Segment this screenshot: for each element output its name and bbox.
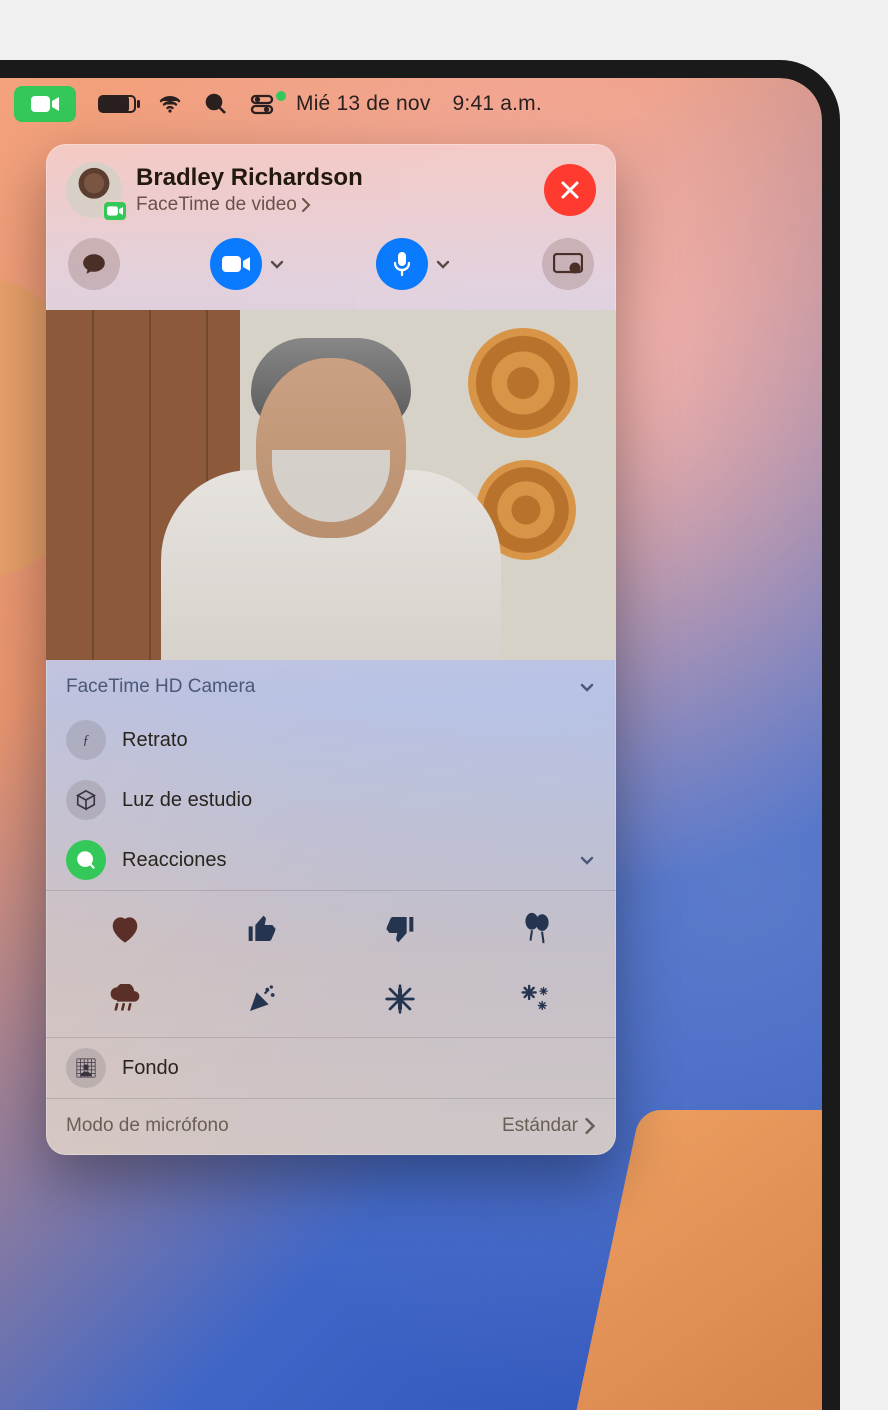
facetime-badge-icon	[102, 200, 128, 222]
portrait-toggle[interactable]: ƒ Retrato	[66, 710, 596, 770]
contact-name: Bradley Richardson	[136, 164, 530, 192]
reaction-rain[interactable]	[56, 975, 194, 1023]
wifi-icon[interactable]	[158, 92, 182, 116]
camera-toggle-button[interactable]	[210, 238, 262, 290]
facetime-menubar-button[interactable]	[14, 86, 76, 122]
aperture-icon: ƒ	[66, 720, 106, 760]
mic-mode-label: Modo de micrófono	[66, 1115, 229, 1137]
call-header: Bradley Richardson FaceTime de video	[46, 144, 616, 228]
control-center-icon[interactable]	[250, 92, 274, 116]
chevron-down-icon	[578, 851, 596, 869]
menubar: Mié 13 de nov 9:41 a.m.	[0, 78, 822, 130]
wallpaper-shape	[564, 1110, 822, 1410]
reaction-balloons[interactable]	[469, 905, 607, 953]
row-label: Reacciones	[122, 849, 562, 872]
reaction-burst[interactable]	[331, 975, 469, 1023]
background-icon	[66, 1048, 106, 1088]
device-frame: Mié 13 de nov 9:41 a.m. Bradley Richards…	[0, 60, 840, 1410]
reaction-thumbs-down[interactable]	[331, 905, 469, 953]
chevron-down-icon	[578, 678, 596, 696]
reaction-confetti[interactable]	[194, 975, 332, 1023]
desktop-wallpaper: Mié 13 de nov 9:41 a.m. Bradley Richards…	[0, 78, 822, 1410]
decor	[468, 328, 578, 438]
background-toggle[interactable]: Fondo	[66, 1038, 596, 1098]
mic-toggle-button[interactable]	[376, 238, 428, 290]
reactions-icon	[66, 840, 106, 880]
row-label: Fondo	[122, 1057, 596, 1080]
video-preview	[46, 310, 616, 660]
end-call-button[interactable]	[544, 164, 596, 216]
facetime-popover: Bradley Richardson FaceTime de video	[46, 144, 616, 1155]
camera-selector-label: FaceTime HD Camera	[66, 676, 255, 698]
menubar-date[interactable]: Mié 13 de nov	[296, 92, 431, 116]
reaction-thumbs-up[interactable]	[194, 905, 332, 953]
battery-status[interactable]	[98, 95, 136, 113]
reaction-heart[interactable]	[56, 905, 194, 953]
call-type-label: FaceTime de video	[136, 194, 530, 216]
svg-text:ƒ: ƒ	[83, 732, 90, 747]
mic-mode-value: Estándar	[502, 1115, 578, 1137]
cube-icon	[66, 780, 106, 820]
row-label: Luz de estudio	[122, 789, 596, 812]
reaction-fireworks[interactable]	[469, 975, 607, 1023]
chevron-down-icon[interactable]	[268, 255, 286, 273]
screen-share-button[interactable]	[542, 238, 594, 290]
contact-info[interactable]: Bradley Richardson FaceTime de video	[136, 164, 530, 216]
call-controls	[46, 228, 616, 310]
messages-button[interactable]	[68, 238, 120, 290]
camera-in-use-indicator	[276, 91, 286, 101]
reactions-grid	[46, 891, 616, 1037]
mic-mode-row[interactable]: Modo de micrófono Estándar	[66, 1099, 596, 1155]
chevron-right-icon	[584, 1118, 596, 1134]
studio-light-toggle[interactable]: Luz de estudio	[66, 770, 596, 830]
row-label: Retrato	[122, 729, 596, 752]
camera-selector[interactable]: FaceTime HD Camera	[66, 660, 596, 710]
contact-avatar[interactable]	[66, 162, 122, 218]
chevron-down-icon[interactable]	[434, 255, 452, 273]
spotlight-icon[interactable]	[204, 92, 228, 116]
reactions-toggle[interactable]: Reacciones	[66, 830, 596, 890]
menubar-clock[interactable]: 9:41 a.m.	[453, 92, 542, 116]
